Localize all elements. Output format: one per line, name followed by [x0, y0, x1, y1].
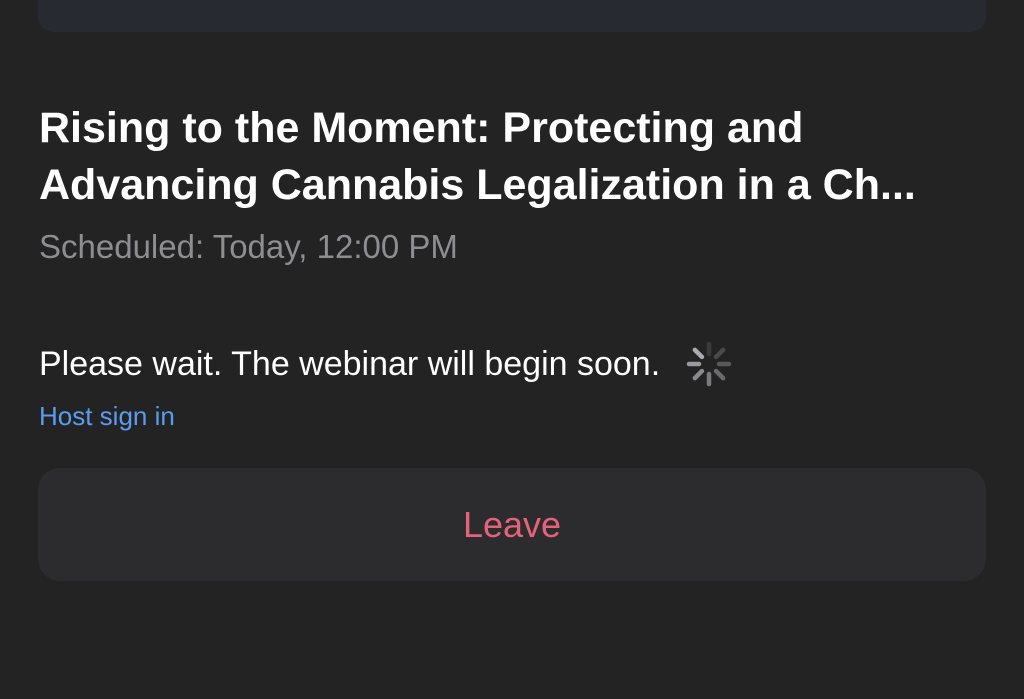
webinar-waiting-screen: Rising to the Moment: Protecting and Adv… — [0, 0, 1024, 699]
webinar-title: Rising to the Moment: Protecting and Adv… — [39, 100, 989, 214]
loading-spinner-icon — [686, 341, 732, 387]
waiting-status: Please wait. The webinar will begin soon… — [39, 340, 734, 388]
host-sign-in-link[interactable]: Host sign in — [39, 400, 175, 432]
webinar-title-line-1: Rising to the Moment: Protecting and — [39, 104, 804, 152]
webinar-title-line-2: Advancing Cannabis Legalization in a Ch.… — [39, 161, 916, 209]
waiting-message: Please wait. The webinar will begin soon… — [39, 345, 661, 383]
top-card — [38, 0, 986, 32]
leave-button[interactable]: Leave — [38, 468, 986, 581]
scheduled-time: Scheduled: Today, 12:00 PM — [39, 228, 458, 265]
